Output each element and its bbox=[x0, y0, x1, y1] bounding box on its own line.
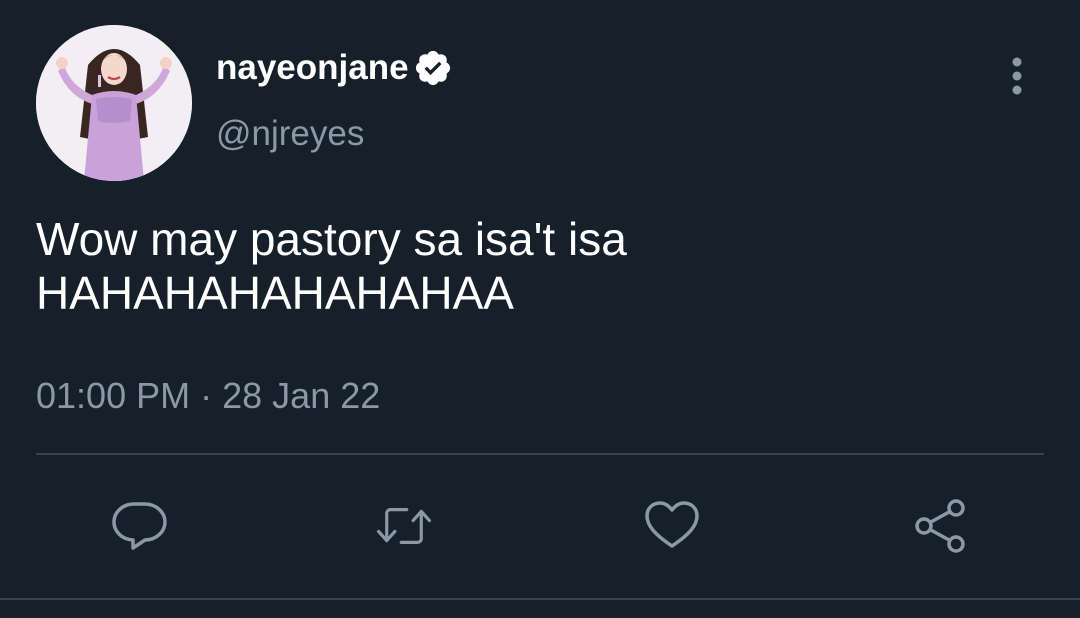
more-options-icon[interactable] bbox=[1004, 55, 1030, 97]
heart-icon bbox=[645, 501, 699, 548]
share-icon bbox=[915, 499, 965, 553]
tweet-text-line: Wow may pastory sa isa't isa bbox=[36, 213, 627, 265]
bottom-divider bbox=[0, 598, 1080, 600]
retweet-icon bbox=[376, 508, 432, 544]
like-button[interactable] bbox=[642, 498, 702, 554]
avatar-photo bbox=[36, 25, 192, 181]
meta-separator: · bbox=[200, 375, 213, 416]
reply-icon bbox=[112, 502, 167, 550]
tweet-text-line: HAHAHAHAHAHAHAA bbox=[36, 267, 514, 319]
avatar[interactable] bbox=[36, 25, 192, 181]
retweet-button[interactable] bbox=[374, 498, 434, 554]
tweet-timestamp[interactable]: 01:00 PM · 28 Jan 22 bbox=[36, 373, 380, 419]
author-display-name[interactable]: nayeonjane bbox=[216, 46, 409, 90]
divider bbox=[36, 453, 1044, 455]
reply-button[interactable] bbox=[110, 498, 170, 554]
tweet-date: 28 Jan 22 bbox=[222, 375, 381, 416]
author-name-row[interactable]: nayeonjane bbox=[216, 46, 453, 90]
tweet-time: 01:00 PM bbox=[36, 375, 191, 416]
verified-badge-icon bbox=[413, 48, 453, 88]
share-button[interactable] bbox=[910, 498, 970, 554]
tweet-text: Wow may pastory sa isa't isa HAHAHAHAHAH… bbox=[36, 212, 1036, 320]
author-handle[interactable]: @njreyes bbox=[216, 112, 364, 156]
